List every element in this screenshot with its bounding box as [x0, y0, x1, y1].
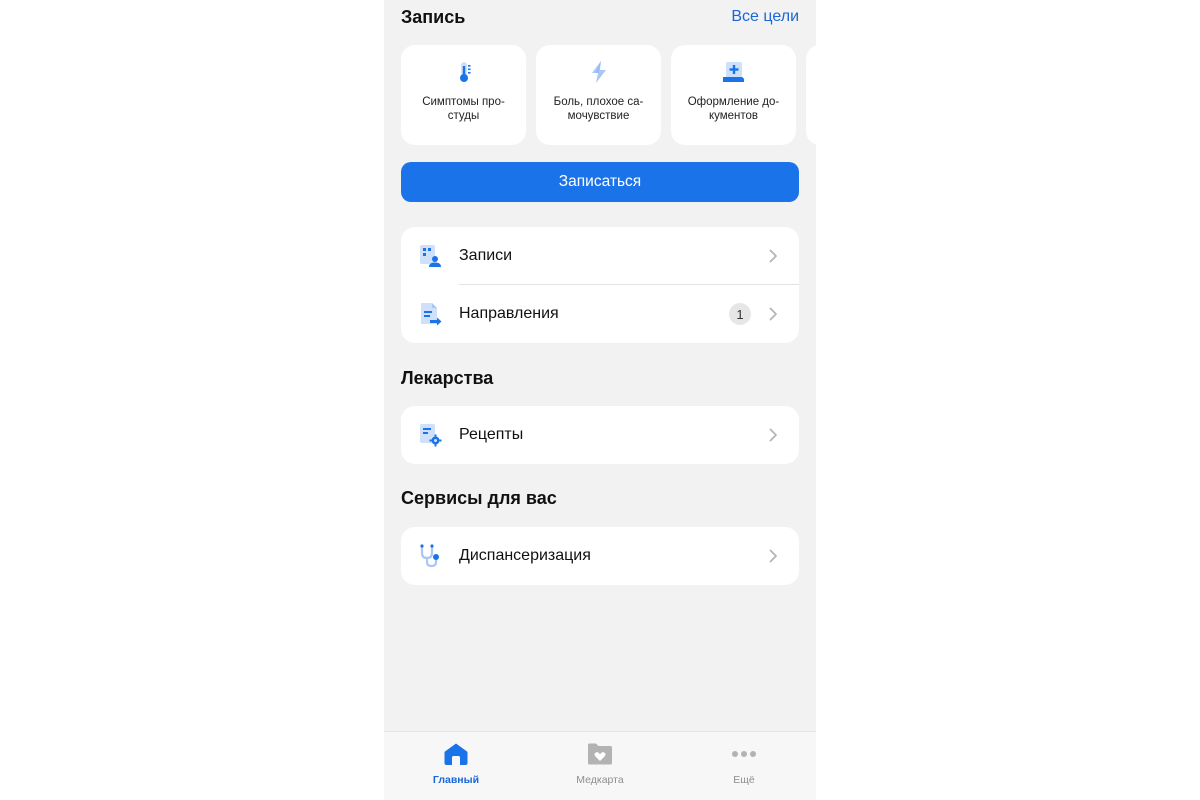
goal-card-next-peek[interactable]: [806, 45, 816, 145]
goal-card-pain[interactable]: Боль, плохое са- мочувствие: [536, 45, 661, 145]
bottom-tab-bar: Главный Медкарта Ещё: [384, 731, 816, 800]
thermometer-icon: [451, 59, 477, 85]
list-item-prescriptions[interactable]: Рецепты: [401, 406, 799, 464]
appointments-group: Записи Направления 1: [401, 227, 799, 343]
prescription-icon: [417, 422, 443, 448]
tab-home[interactable]: Главный: [384, 732, 528, 800]
referral-icon: [417, 301, 443, 327]
record-section-title: Запись: [401, 6, 466, 27]
stethoscope-icon: [417, 543, 443, 569]
list-item-referrals[interactable]: Направления 1: [401, 285, 799, 343]
more-dots-icon: [731, 741, 757, 767]
book-appointment-button[interactable]: Записаться: [401, 162, 799, 202]
chevron-right-icon: [767, 428, 779, 442]
services-section-title: Сервисы для вас: [401, 487, 557, 508]
medical-card-icon: [586, 741, 614, 767]
list-item-medical-checkup[interactable]: Диспансеризация: [401, 527, 799, 585]
chevron-right-icon: [767, 549, 779, 563]
tab-more[interactable]: Ещё: [672, 732, 816, 800]
goal-card-label: Оформление до- кументов: [687, 96, 780, 122]
lightning-icon: [586, 59, 612, 85]
list-item-appointments[interactable]: Записи: [401, 227, 799, 285]
chevron-right-icon: [767, 307, 779, 321]
goal-card-label: Боль, плохое са- мочувствие: [553, 96, 644, 122]
tab-label: Ещё: [733, 774, 755, 786]
tab-label: Медкарта: [576, 774, 624, 786]
all-goals-link[interactable]: Все цели: [731, 8, 799, 26]
goals-carousel[interactable]: Симптомы про- студы Боль, плохое са- моч…: [401, 45, 816, 145]
services-section-header: Сервисы для вас: [401, 487, 799, 509]
medicines-section-header: Лекарства: [401, 367, 799, 389]
count-badge: 1: [729, 303, 751, 325]
document-plus-icon: [721, 59, 747, 85]
goal-card-documents[interactable]: Оформление до- кументов: [671, 45, 796, 145]
tab-label: Главный: [432, 774, 480, 786]
list-item-label: Диспансеризация: [459, 547, 591, 564]
record-section-header: Запись Все цели: [401, 6, 799, 28]
list-item-label: Записи: [459, 247, 513, 264]
list-item-label: Рецепты: [459, 426, 524, 443]
tab-medical-card[interactable]: Медкарта: [528, 732, 672, 800]
medicines-section-title: Лекарства: [401, 367, 494, 388]
app-screen: Запись Все цели Симптомы про- студы Боль…: [384, 0, 816, 800]
list-item-label: Направления: [459, 305, 559, 322]
home-icon: [443, 741, 469, 767]
goal-card-cold-symptoms[interactable]: Симптомы про- студы: [401, 45, 526, 145]
chevron-right-icon: [767, 249, 779, 263]
services-group: Диспансеризация: [401, 527, 799, 585]
medicines-group: Рецепты: [401, 406, 799, 464]
goal-card-label: Симптомы про- студы: [422, 96, 505, 122]
appointments-icon: [417, 243, 443, 269]
